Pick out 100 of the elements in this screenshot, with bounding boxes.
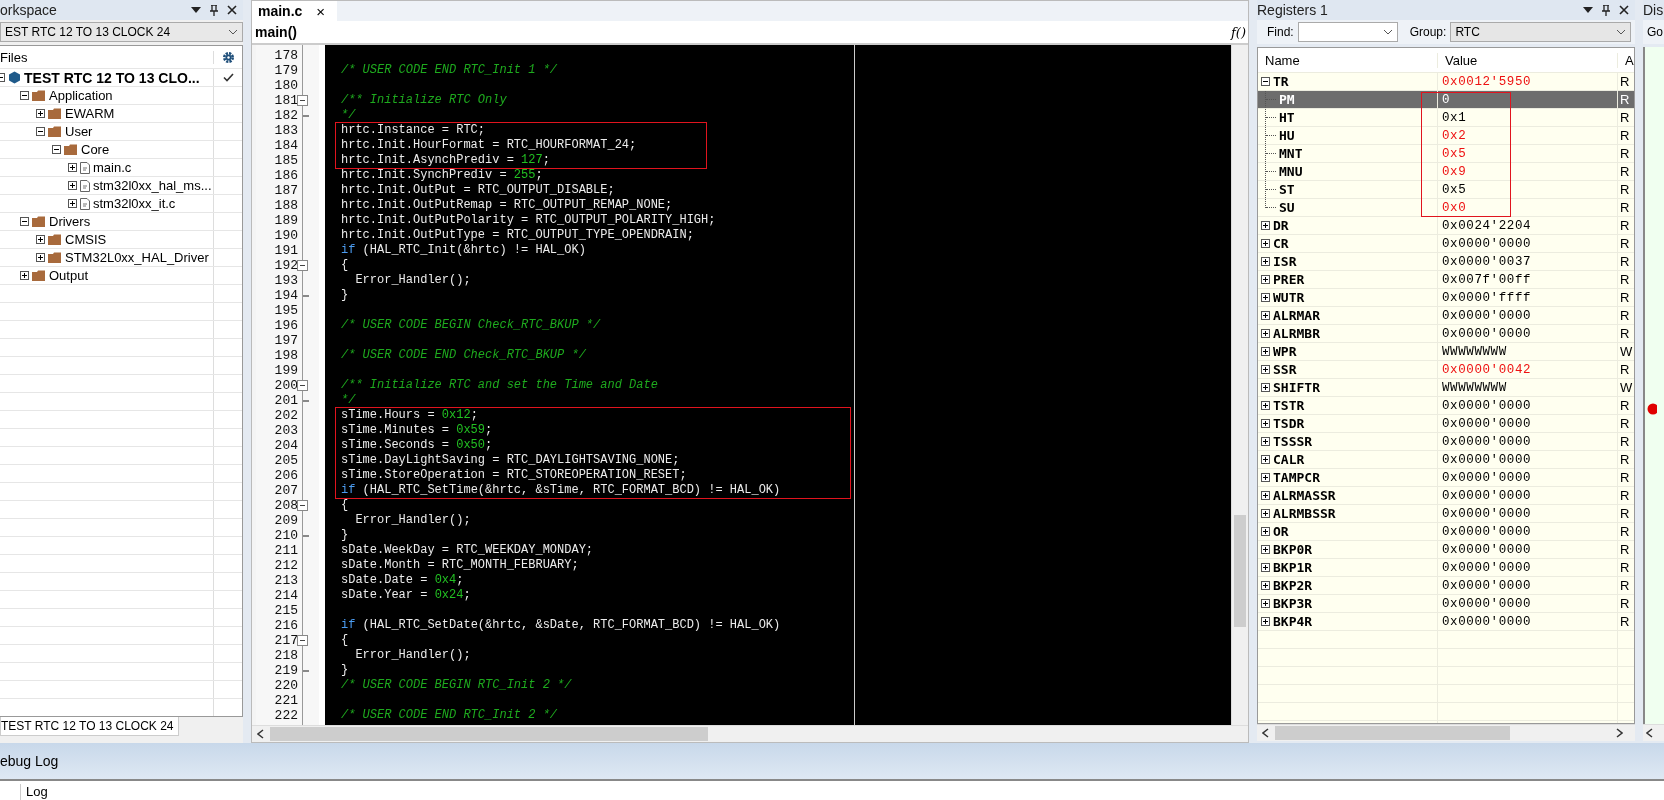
scroll-thumb[interactable]	[1234, 515, 1246, 627]
register-row[interactable]: CR 0x0000'0000 R	[1258, 235, 1634, 253]
tree-item[interactable]: stm32l0xx_it.c	[93, 196, 176, 211]
tree-item[interactable]: stm32l0xx_hal_ms...	[93, 178, 212, 193]
pin-icon[interactable]	[1602, 4, 1610, 16]
scroll-thumb[interactable]	[270, 727, 708, 741]
find-field[interactable]	[1297, 22, 1398, 42]
register-row[interactable]: TSSSR 0x0000'0000 R	[1258, 433, 1634, 451]
register-row[interactable]: WPR WWWWWWWW W	[1258, 343, 1634, 361]
register-row[interactable]: MNU 0x9 R	[1258, 163, 1634, 181]
register-row[interactable]: BKP1R 0x0000'0000 R	[1258, 559, 1634, 577]
collapse-icon[interactable]	[1261, 77, 1270, 86]
expand-icon[interactable]	[1261, 347, 1270, 356]
column-header[interactable]: A	[1618, 52, 1634, 68]
collapse-icon[interactable]	[36, 127, 45, 136]
expand-icon[interactable]	[1261, 527, 1270, 536]
expand-icon[interactable]	[1261, 545, 1270, 554]
tree-item[interactable]: CMSIS	[65, 232, 107, 247]
tree-item[interactable]: TEST RTC 12 TO 13 CLO...	[24, 69, 200, 86]
group-dropdown[interactable]: RTC	[1450, 22, 1631, 42]
register-row[interactable]: SHIFTR WWWWWWWW W	[1258, 379, 1634, 397]
function-button[interactable]: f()	[1231, 24, 1246, 40]
expand-icon[interactable]	[68, 181, 77, 190]
expand-icon[interactable]	[1261, 617, 1270, 626]
dropdown-icon[interactable]	[191, 6, 201, 14]
scrollbar[interactable]	[1231, 45, 1248, 725]
register-row[interactable]: HU 0x2 R	[1258, 127, 1634, 145]
tree-item[interactable]: Drivers	[49, 214, 91, 229]
register-row[interactable]: ISR 0x0000'0037 R	[1258, 253, 1634, 271]
register-row[interactable]: PRER 0x007f'00ff R	[1258, 271, 1634, 289]
expand-icon[interactable]	[1261, 257, 1270, 266]
register-row[interactable]: ALRMBSSR 0x0000'0000 R	[1258, 505, 1634, 523]
expand-icon[interactable]	[1261, 455, 1270, 464]
expand-icon[interactable]	[1261, 293, 1270, 302]
expand-icon[interactable]	[1261, 221, 1270, 230]
expand-icon[interactable]	[1261, 311, 1270, 320]
register-value: 0x0000'0000	[1438, 433, 1618, 450]
expand-icon[interactable]	[1261, 509, 1270, 518]
close-icon[interactable]	[1619, 5, 1629, 15]
expand-icon[interactable]	[1261, 437, 1270, 446]
expand-icon[interactable]	[68, 199, 77, 208]
expand-icon[interactable]	[1261, 599, 1270, 608]
tree-item[interactable]: main.c	[93, 160, 132, 175]
collapse-icon[interactable]	[20, 217, 29, 226]
expand-icon[interactable]	[36, 235, 45, 244]
close-icon[interactable]: ×	[316, 2, 326, 20]
register-row[interactable]: HT 0x1 R	[1258, 109, 1634, 127]
tree-item[interactable]: Application	[49, 88, 113, 103]
file-tab[interactable]: main.c ×	[252, 1, 338, 21]
expand-icon[interactable]	[1261, 491, 1270, 500]
line-number: 208	[273, 498, 299, 513]
tree-item[interactable]: EWARM	[65, 106, 115, 121]
register-row[interactable]: PM 0 R	[1258, 91, 1634, 109]
dropdown-icon[interactable]	[1583, 6, 1593, 14]
register-row[interactable]: SU 0x0 R	[1258, 199, 1634, 217]
register-row[interactable]: MNT 0x5 R	[1258, 145, 1634, 163]
register-row[interactable]: BKP0R 0x0000'0000 R	[1258, 541, 1634, 559]
register-row[interactable]: WUTR 0x0000'ffff R	[1258, 289, 1634, 307]
register-row[interactable]: BKP2R 0x0000'0000 R	[1258, 577, 1634, 595]
tree-item[interactable]: User	[65, 124, 93, 139]
pin-icon[interactable]	[210, 4, 218, 16]
register-row[interactable]: OR 0x0000'0000 R	[1258, 523, 1634, 541]
register-row[interactable]: BKP4R 0x0000'0000 R	[1258, 613, 1634, 631]
expand-icon[interactable]	[68, 163, 77, 172]
register-row[interactable]: ALRMASSR 0x0000'0000 R	[1258, 487, 1634, 505]
register-row[interactable]: TSDR 0x0000'0000 R	[1258, 415, 1634, 433]
register-row[interactable]: CALR 0x0000'0000 R	[1258, 451, 1634, 469]
expand-icon[interactable]	[1261, 275, 1270, 284]
tree-item[interactable]: Core	[81, 142, 110, 157]
column-header[interactable]: Name	[1258, 52, 1438, 68]
collapse-icon[interactable]	[52, 145, 61, 154]
expand-icon[interactable]	[1261, 473, 1270, 482]
collapse-icon[interactable]	[20, 91, 29, 100]
scroll-thumb[interactable]	[1275, 726, 1510, 740]
register-row[interactable]: SSR 0x0000'0042 R	[1258, 361, 1634, 379]
expand-icon[interactable]	[1261, 383, 1270, 392]
configuration-dropdown[interactable]: EST RTC 12 TO 13 CLOCK 24	[0, 22, 243, 42]
expand-icon[interactable]	[1261, 239, 1270, 248]
register-row[interactable]: TAMPCR 0x0000'0000 R	[1258, 469, 1634, 487]
register-row[interactable]: ALRMBR 0x0000'0000 R	[1258, 325, 1634, 343]
expand-icon[interactable]	[1261, 365, 1270, 374]
expand-icon[interactable]	[36, 253, 45, 262]
column-header[interactable]: Log	[21, 784, 48, 799]
register-row[interactable]: ST 0x5 R	[1258, 181, 1634, 199]
register-row[interactable]: DR 0x0024'2204 R	[1258, 217, 1634, 235]
expand-icon[interactable]	[1261, 581, 1270, 590]
register-row[interactable]: ALRMAR 0x0000'0000 R	[1258, 307, 1634, 325]
register-row[interactable]: TSTR 0x0000'0000 R	[1258, 397, 1634, 415]
tree-item[interactable]: Output	[49, 268, 89, 283]
expand-icon[interactable]	[1261, 401, 1270, 410]
register-row[interactable]: BKP3R 0x0000'0000 R	[1258, 595, 1634, 613]
column-header[interactable]: Value	[1438, 52, 1618, 68]
close-icon[interactable]	[227, 5, 237, 15]
expand-icon[interactable]	[1261, 329, 1270, 338]
workspace-tab[interactable]: TEST RTC 12 TO 13 CLOCK 24	[0, 717, 179, 736]
tree-item[interactable]: STM32L0xx_HAL_Driver	[65, 250, 209, 265]
expand-icon[interactable]	[1261, 419, 1270, 428]
expand-icon[interactable]	[36, 109, 45, 118]
expand-icon[interactable]	[1261, 563, 1270, 572]
expand-icon[interactable]	[20, 271, 29, 280]
